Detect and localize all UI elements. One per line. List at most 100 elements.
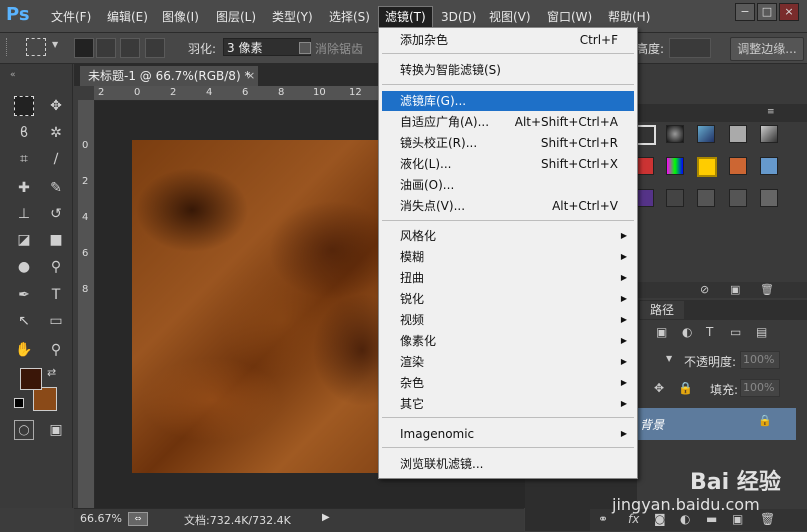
style-swatch[interactable] [697,157,717,177]
menu-item-oil-paint[interactable]: 油画(O)... [379,175,637,195]
menu-item-convert-smart-filter[interactable]: 转换为智能滤镜(S) [379,60,637,80]
clear-style-icon[interactable]: ⊘ [700,283,709,296]
layer-style-icon[interactable]: fx [628,512,639,526]
refine-edge-button[interactable]: 调整边缘... [730,37,804,61]
dodge-tool-icon[interactable]: ⚲ [46,257,66,277]
tab-close-icon[interactable]: × [246,66,258,86]
subtract-selection-button[interactable] [120,38,140,58]
blend-mode-dropdown-icon[interactable]: ▼ [666,354,672,363]
magic-wand-tool-icon[interactable]: ✲ [46,123,66,143]
zoom-tool-icon[interactable]: ⚲ [46,340,66,360]
menu-edit[interactable]: 编辑(E) [107,8,148,26]
menu-item-video[interactable]: 视频 ▶ [379,310,637,330]
opacity-input[interactable]: 100% [740,351,780,369]
delete-style-icon[interactable]: 🗑 [760,283,774,296]
filter-adjustment-icon[interactable]: ◐ [682,325,692,339]
new-group-icon[interactable]: ▬ [706,512,717,526]
filter-image-icon[interactable]: ▣ [656,325,667,339]
delete-layer-icon[interactable]: 🗑 [760,512,775,526]
menu-view[interactable]: 视图(V) [489,8,531,26]
menu-select[interactable]: 选择(S) [329,8,370,26]
eraser-tool-icon[interactable]: ◪ [14,230,34,250]
style-swatch[interactable] [729,157,747,175]
new-layer-icon[interactable]: ▣ [732,512,743,526]
layer-mask-icon[interactable]: ◙ [654,512,666,526]
menu-item-browse-online-filters[interactable]: 浏览联机滤镜... [379,454,637,474]
eyedropper-tool-icon[interactable]: ∕ [46,149,66,169]
link-layers-icon[interactable]: ⚭ [598,512,608,526]
menu-item-pixelate[interactable]: 像素化 ▶ [379,331,637,351]
menu-3d[interactable]: 3D(D) [441,8,476,26]
history-brush-tool-icon[interactable]: ↺ [46,204,66,224]
default-colors-icon[interactable] [14,398,24,408]
status-preview-icon[interactable]: ⇔ [128,512,148,526]
collapse-arrows-icon[interactable]: « [10,70,16,80]
style-swatch[interactable] [729,189,747,207]
add-selection-button[interactable] [96,38,116,58]
menu-item-adaptive-wide-angle[interactable]: 自适应广角(A)... Alt+Shift+Ctrl+A [379,112,637,132]
menu-filter[interactable]: 滤镜(T) [378,6,433,28]
layer-name[interactable]: 背景 [640,416,664,433]
pen-tool-icon[interactable]: ✒ [14,285,34,305]
path-selection-tool-icon[interactable]: ↖ [14,311,34,331]
screen-mode-icon[interactable]: ▣ [46,420,66,440]
document-tab[interactable]: 未标题-1 @ 66.7%(RGB/8) * [80,66,259,86]
style-swatch[interactable] [697,189,715,207]
style-swatch[interactable] [760,125,778,143]
menu-item-render[interactable]: 渲染 ▶ [379,352,637,372]
intersect-selection-button[interactable] [145,38,165,58]
menu-item-other[interactable]: 其它 ▶ [379,394,637,414]
rect-marquee-tool-icon[interactable] [14,96,34,116]
healing-brush-tool-icon[interactable]: ✚ [14,178,34,198]
new-selection-button[interactable] [74,38,94,58]
tab-paths[interactable]: 路径 [640,301,685,319]
menu-item-blur[interactable]: 模糊 ▶ [379,247,637,267]
foreground-color-swatch[interactable] [20,368,42,390]
menu-item-filter-gallery[interactable]: 滤镜库(G)... [382,91,634,111]
style-swatch[interactable] [729,125,747,143]
menu-item-distort[interactable]: 扭曲 ▶ [379,268,637,288]
lock-position-icon[interactable]: ✥ [654,381,664,395]
antialias-checkbox[interactable] [299,42,311,54]
menu-window[interactable]: 窗口(W) [547,8,592,26]
menu-item-vanishing-point[interactable]: 消失点(V)... Alt+Ctrl+V [379,196,637,216]
menu-item-imagenomic[interactable]: Imagenomic ▶ [379,424,637,444]
height-input[interactable] [669,38,711,58]
move-tool-icon[interactable]: ✥ [46,96,66,116]
filter-smart-object-icon[interactable]: ▤ [756,325,767,339]
clone-stamp-tool-icon[interactable]: ⊥ [14,204,34,224]
menu-item-lens-correction[interactable]: 镜头校正(R)... Shift+Ctrl+R [379,133,637,153]
close-button[interactable]: × [779,3,799,21]
gradient-tool-icon[interactable]: ■ [46,230,66,250]
hand-tool-icon[interactable]: ✋ [14,340,34,360]
style-swatch[interactable] [636,189,654,207]
menu-layer[interactable]: 图层(L) [216,8,256,26]
panel-menu-icon[interactable]: ≡ [767,107,775,117]
lasso-tool-icon[interactable]: ϐ [14,123,34,143]
marquee-preset-icon[interactable] [26,38,46,56]
filter-shape-icon[interactable]: ▭ [730,325,741,339]
minimize-button[interactable]: − [735,3,755,21]
brush-tool-icon[interactable]: ✎ [46,178,66,198]
blur-tool-icon[interactable]: ● [14,257,34,277]
style-swatch[interactable] [697,125,715,143]
quick-mask-icon[interactable]: ◯ [14,420,34,440]
rectangle-tool-icon[interactable]: ▭ [46,311,66,331]
feather-input[interactable]: 3 像素 [223,38,311,56]
crop-tool-icon[interactable]: ⌗ [14,149,34,169]
type-tool-icon[interactable]: T [46,285,66,305]
style-swatch[interactable] [636,125,656,145]
fill-input[interactable]: 100% [740,379,780,397]
style-swatch[interactable] [760,157,778,175]
menu-image[interactable]: 图像(I) [162,8,199,26]
menu-item-sharpen[interactable]: 锐化 ▶ [379,289,637,309]
adjustment-layer-icon[interactable]: ◐ [680,512,690,526]
style-swatch[interactable] [666,189,684,207]
menu-item-noise[interactable]: 杂色 ▶ [379,373,637,393]
chevron-down-icon[interactable]: ▼ [52,40,58,49]
zoom-level-field[interactable]: 66.67% [80,512,122,525]
status-menu-arrow-icon[interactable]: ▶ [322,512,330,523]
menu-file[interactable]: 文件(F) [51,8,91,26]
menu-item-liquify[interactable]: 液化(L)... Shift+Ctrl+X [379,154,637,174]
menu-help[interactable]: 帮助(H) [608,8,650,26]
